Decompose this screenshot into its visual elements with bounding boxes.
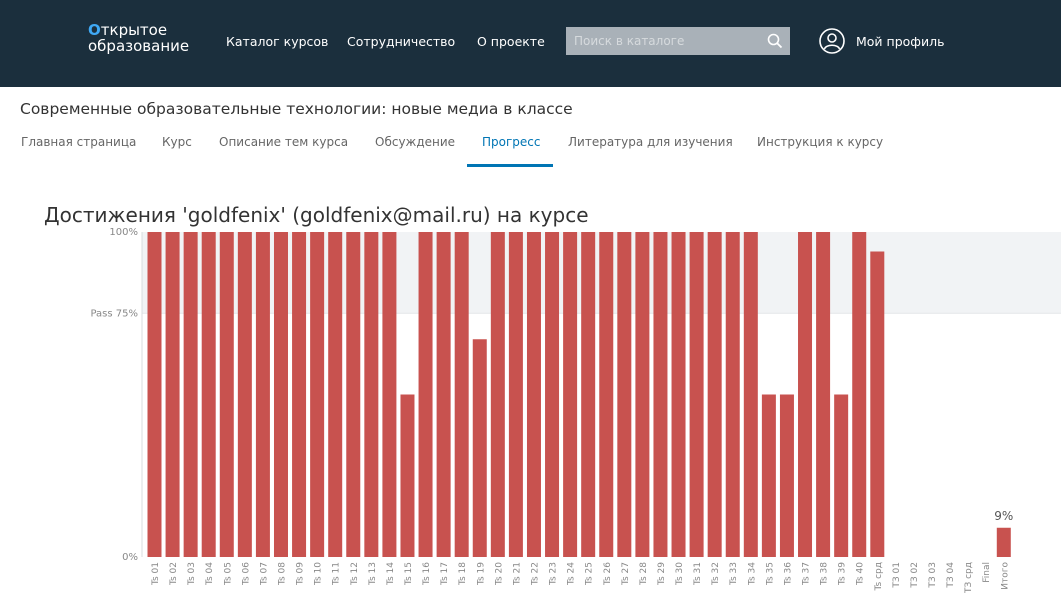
bar xyxy=(310,232,325,557)
bar xyxy=(255,232,270,557)
x-tick-label: Ts срд xyxy=(874,562,884,591)
y-tick-label: Pass 75% xyxy=(90,308,138,319)
bar xyxy=(581,232,596,557)
x-tick-label: Ts 29 xyxy=(657,562,667,586)
bar xyxy=(237,232,252,557)
bar xyxy=(834,394,849,557)
x-tick-label: Ts 39 xyxy=(838,562,848,586)
x-tick-label: Ts 25 xyxy=(585,562,595,586)
x-tick-label: ТЗ 02 xyxy=(910,562,920,589)
bar xyxy=(761,394,776,557)
x-tick-label: Ts 26 xyxy=(603,562,613,586)
bar xyxy=(743,232,758,557)
x-tick-label: Ts 22 xyxy=(530,562,540,586)
bar xyxy=(563,232,578,557)
x-tick-label: Ts 24 xyxy=(567,562,577,586)
bar xyxy=(798,232,813,557)
x-tick-label: Ts 36 xyxy=(783,562,793,586)
bar xyxy=(653,232,668,557)
x-tick-label: Ts 34 xyxy=(747,562,757,586)
x-tick-label: Ts 13 xyxy=(368,562,378,586)
x-tick-label: Ts 27 xyxy=(621,562,631,586)
bar xyxy=(165,232,180,557)
x-tick-label: Ts 03 xyxy=(187,562,197,586)
bar xyxy=(436,232,451,557)
progress-chart: 100% Pass 75% 0% Ts 01 Ts 02 Ts 03 Ts 04 Ts 05 T… xyxy=(90,227,1061,594)
bar xyxy=(219,232,234,557)
x-tick-label: ТЗ 04 xyxy=(946,562,956,589)
bar xyxy=(526,232,541,557)
x-tick-label: Ts 28 xyxy=(639,562,649,586)
bar xyxy=(689,232,704,557)
x-tick-label: Ts 05 xyxy=(223,562,233,586)
x-tick-label: ТЗ 01 xyxy=(892,562,902,589)
x-tick-label: Ts 20 xyxy=(494,562,504,586)
x-tick-label: Ts 10 xyxy=(314,562,324,586)
x-tick-label: Ts 33 xyxy=(729,562,739,586)
bar xyxy=(292,232,307,557)
x-tick-label: Ts 32 xyxy=(711,562,721,586)
bar xyxy=(147,232,162,557)
bar xyxy=(183,232,198,557)
bar xyxy=(328,232,343,557)
x-tick-label: ТЗ срд xyxy=(964,562,974,594)
bar xyxy=(725,232,740,557)
bar xyxy=(852,232,867,557)
bar xyxy=(599,232,614,557)
bar xyxy=(816,232,831,557)
bar xyxy=(545,232,560,557)
bar xyxy=(418,232,433,557)
bar xyxy=(870,251,885,557)
bar xyxy=(346,232,361,557)
x-tick-label: Ts 14 xyxy=(386,562,396,586)
x-tick-label: Ts 30 xyxy=(675,562,685,586)
bar xyxy=(201,232,216,557)
x-tick-label: Ts 06 xyxy=(241,562,251,586)
x-tick-label: Ts 12 xyxy=(350,562,360,586)
x-tick-label: Ts 09 xyxy=(296,562,306,586)
x-tick-label: Ts 07 xyxy=(259,562,269,586)
data-label: 9% xyxy=(994,509,1013,523)
x-tick-label: Ts 23 xyxy=(549,562,559,586)
x-tick-label: Ts 15 xyxy=(404,562,414,586)
x-tick-label: Ts 40 xyxy=(856,562,866,586)
x-tick-label: Ts 01 xyxy=(151,562,161,586)
bar xyxy=(707,232,722,557)
bar xyxy=(472,339,487,557)
bar xyxy=(454,232,469,557)
x-tick-label: Ts 04 xyxy=(205,562,215,586)
x-tick-label: Итого xyxy=(1000,562,1010,590)
x-tick-label: Ts 08 xyxy=(277,562,287,586)
x-tick-label: Ts 21 xyxy=(512,562,522,586)
x-tick-label: Ts 35 xyxy=(765,562,775,586)
x-tick-label: Ts 17 xyxy=(440,562,450,586)
x-tick-label: Ts 19 xyxy=(476,562,486,586)
x-tick-label: Ts 16 xyxy=(422,562,432,586)
bar xyxy=(382,232,397,557)
bar xyxy=(996,527,1011,557)
bar xyxy=(635,232,650,557)
bar xyxy=(508,232,523,557)
bar xyxy=(364,232,379,557)
x-tick-label: Ts 11 xyxy=(332,562,342,586)
bar xyxy=(400,394,415,557)
bar xyxy=(490,232,505,557)
x-tick-label: Final xyxy=(982,562,992,583)
x-tick-label: Ts 18 xyxy=(458,562,468,586)
x-tick-label: Ts 31 xyxy=(693,562,703,586)
bar xyxy=(671,232,686,557)
bar xyxy=(779,394,794,557)
x-tick-label: Ts 38 xyxy=(820,562,830,586)
x-tick-label: Ts 37 xyxy=(802,562,812,586)
x-tick-label: Ts 02 xyxy=(169,562,179,586)
bar xyxy=(273,232,288,557)
y-tick-label: 0% xyxy=(122,552,138,563)
y-tick-label: 100% xyxy=(109,227,138,238)
bar xyxy=(617,232,632,557)
x-tick-label: ТЗ 03 xyxy=(928,562,938,589)
